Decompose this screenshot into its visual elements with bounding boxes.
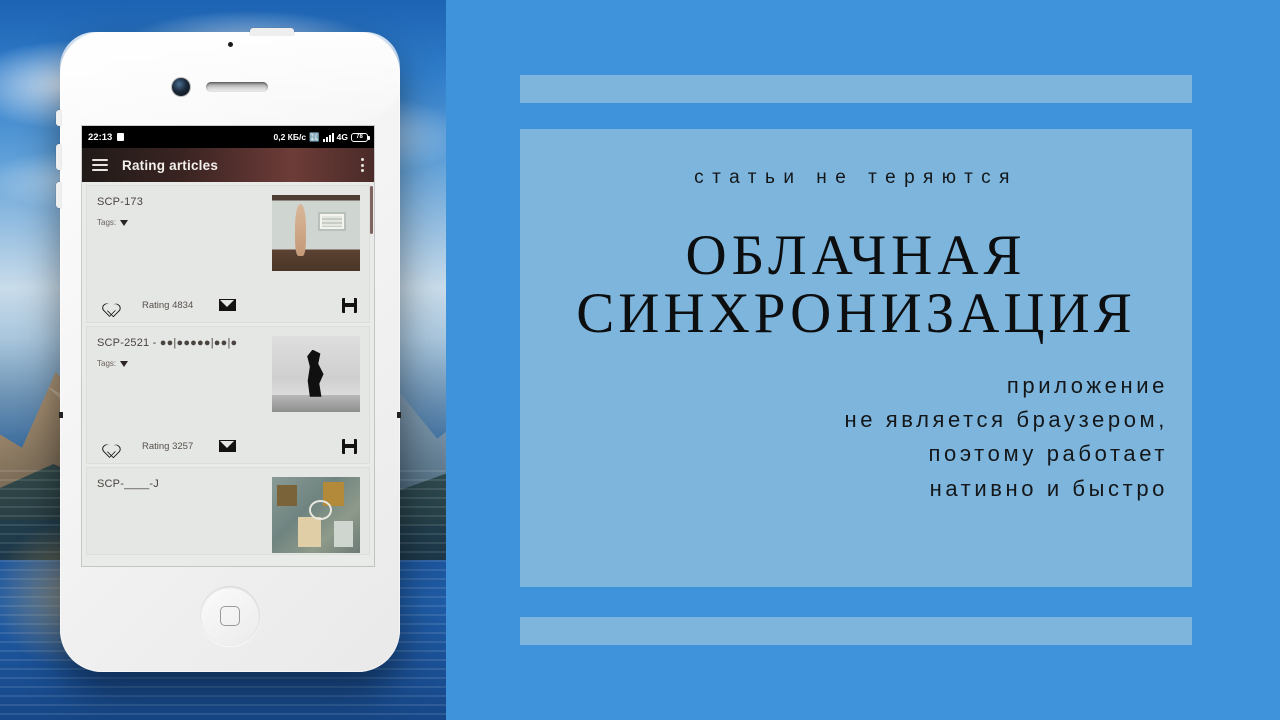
tags-label: Tags: — [97, 359, 117, 368]
article-thumbnail — [272, 477, 360, 553]
slide-canvas: 22:13 0,2 КБ/с 🔣 4G 78 Rating articles S… — [0, 0, 1280, 720]
volume-down-button[interactable] — [56, 182, 61, 208]
antenna-seam-left — [59, 412, 63, 418]
earpiece-speaker — [206, 82, 268, 92]
ringer-switch[interactable] — [56, 110, 61, 126]
phone-screen: 22:13 0,2 КБ/с 🔣 4G 78 Rating articles S… — [82, 126, 374, 566]
thumbnail-patch — [298, 516, 322, 547]
front-camera-icon — [172, 78, 190, 96]
hamburger-icon[interactable] — [92, 159, 108, 171]
home-square-icon — [220, 606, 240, 626]
body-line-4: нативно и быстро — [929, 475, 1168, 501]
envelope-icon[interactable] — [219, 440, 237, 452]
article-actions: Rating 3257 — [87, 429, 369, 463]
status-time: 22:13 — [88, 131, 113, 143]
article-thumbnail — [272, 336, 360, 412]
kebab-menu-icon[interactable] — [361, 158, 364, 172]
headline-line-2: СИНХРОНИЗАЦИЯ — [576, 282, 1136, 346]
list-item[interactable]: SCP-173 Tags: Rating 4834 — [86, 185, 370, 323]
thumbnail-figure — [307, 349, 324, 397]
app-toolbar: Rating articles — [82, 148, 374, 182]
heart-icon[interactable] — [99, 439, 114, 453]
app-title: Rating articles — [122, 157, 219, 173]
list-item[interactable]: SCP-2521 - ●●|●●●●●|●●|● Tags: Rating 32… — [86, 326, 370, 464]
envelope-icon[interactable] — [219, 299, 237, 311]
article-list[interactable]: SCP-173 Tags: Rating 4834 SCP-2521 - ●●|… — [82, 182, 374, 566]
eyebrow-text: статьи не теряются — [694, 167, 1018, 188]
sensor-dot-icon — [228, 42, 233, 47]
thumbnail-patch — [277, 484, 297, 506]
thumbnail-ground — [272, 395, 360, 412]
network-type-label: 4G — [336, 132, 348, 142]
body-text: приложение не является браузером, поэтом… — [538, 369, 1174, 505]
rating-label: Rating 4834 — [142, 299, 194, 311]
list-item[interactable]: SCP-____-J — [86, 467, 370, 555]
chevron-down-icon[interactable] — [120, 360, 129, 367]
thumbnail-ring-icon — [308, 499, 332, 520]
scrollbar-thumb[interactable] — [370, 186, 373, 234]
floppy-save-icon[interactable] — [342, 297, 357, 313]
article-actions: Rating 4834 — [87, 288, 369, 322]
power-button[interactable] — [250, 28, 294, 35]
rating-label: Rating 3257 — [142, 440, 194, 452]
floppy-save-icon[interactable] — [342, 438, 357, 454]
body-line-1: приложение — [1006, 373, 1168, 399]
left-photo-pane: 22:13 0,2 КБ/с 🔣 4G 78 Rating articles S… — [0, 0, 446, 720]
decorative-bar-top — [520, 75, 1192, 103]
thumbnail-window — [317, 211, 346, 232]
decorative-bar-bottom — [520, 617, 1192, 645]
notification-icon — [117, 133, 125, 141]
heart-icon[interactable] — [99, 298, 114, 312]
home-button[interactable] — [200, 586, 260, 646]
bluetooth-icon: 🔣 — [309, 131, 320, 142]
tags-label: Tags: — [97, 218, 117, 227]
headline-line-1: ОБЛАЧНАЯ — [685, 224, 1027, 287]
thumbnail-patch — [333, 521, 353, 547]
antenna-seam-right — [397, 412, 401, 418]
volume-up-button[interactable] — [56, 144, 61, 170]
android-status-bar: 22:13 0,2 КБ/с 🔣 4G 78 — [82, 126, 374, 148]
signal-bars-icon — [322, 132, 334, 142]
battery-icon: 78 — [351, 132, 370, 142]
network-speed-label: 0,2 КБ/с — [273, 132, 307, 142]
body-line-2: не является браузером, — [844, 407, 1168, 433]
content-panel: статьи не теряются ОБЛАЧНАЯ СИНХРОНИЗАЦИ… — [520, 129, 1192, 587]
article-thumbnail — [272, 195, 360, 271]
chevron-down-icon[interactable] — [120, 219, 129, 226]
thumbnail-figure — [294, 204, 307, 256]
body-line-3: поэтому работает — [928, 441, 1168, 467]
phone-mockup: 22:13 0,2 КБ/с 🔣 4G 78 Rating articles S… — [56, 28, 401, 672]
page-title: ОБЛАЧНАЯ СИНХРОНИЗАЦИЯ — [538, 224, 1174, 346]
